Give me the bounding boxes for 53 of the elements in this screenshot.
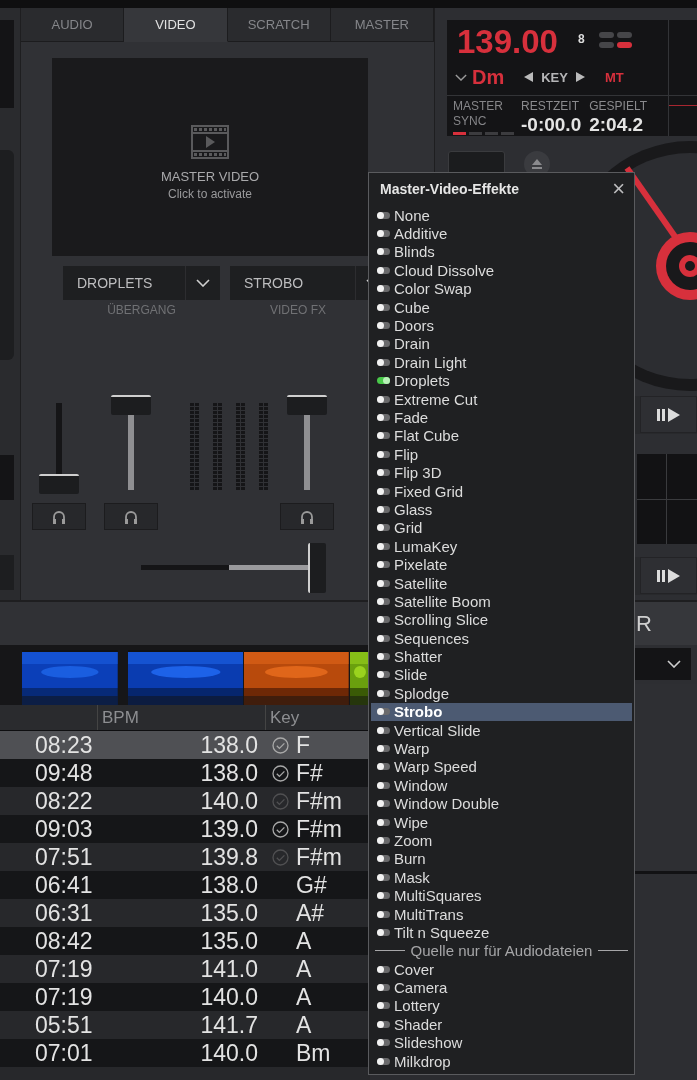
table-cell-text: 135.0 (199, 899, 259, 927)
key-label: KEY (541, 69, 568, 85)
table-cell-text: 141.7 (199, 1011, 259, 1039)
table-cell-text: 135.0 (199, 927, 259, 955)
table-cell-text: 08:22 (34, 787, 94, 815)
table-cell-text: 138.0 (199, 759, 259, 787)
table-cell-text: 08:42 (34, 927, 94, 955)
table-cell-text: 138.0 (199, 871, 259, 899)
table-cell: A (296, 927, 312, 955)
table-cell-text: 06:41 (34, 871, 94, 899)
table-cell: A (296, 983, 312, 1011)
table-cell-text: 08:23 (34, 731, 94, 759)
dropdown-label: ÜBERGANG (106, 303, 177, 317)
time-readout: -0:00.0 (521, 114, 582, 136)
time-label: RESTZEIT (521, 99, 580, 113)
table-cell: F#m (296, 815, 342, 843)
table-cell-text: 09:03 (34, 815, 94, 843)
dropdown-value: STROBO (243, 274, 305, 293)
table-cell-text: 139.8 (199, 843, 259, 871)
table-cell-text: 140.0 (199, 1039, 259, 1067)
dropdown-value: DROPLETS (76, 274, 154, 293)
time-label: GESPIELT (589, 99, 647, 113)
section-heading: R (636, 610, 652, 637)
table-cell-text: 07:19 (34, 983, 94, 1011)
table-cell: F#m (296, 787, 342, 815)
table-cell-text: 139.0 (199, 815, 259, 843)
bpm-readout: 139.00 (457, 23, 558, 61)
beat-count: 8 (577, 32, 585, 46)
table-cell-text: 07:19 (34, 955, 94, 983)
table-cell-text: 138.0 (199, 731, 259, 759)
table-cell-text: 06:31 (34, 899, 94, 927)
table-cell-text: 09:48 (34, 759, 94, 787)
table-cell: F#m (296, 843, 342, 871)
table-cell-text: 141.0 (199, 955, 259, 983)
table-cell: F (296, 731, 311, 759)
table-cell-text: 05:51 (34, 1011, 94, 1039)
table-cell-text: 07:51 (34, 843, 94, 871)
popup-title: Master-Video-Effekte (380, 180, 519, 197)
table-cell: A (296, 955, 312, 983)
table-cell: F# (296, 759, 323, 787)
table-cell-text: 140.0 (199, 983, 259, 1011)
table-cell-text: 07:01 (34, 1039, 94, 1067)
key-readout: Dm (472, 65, 505, 89)
video-title: MASTER VIDEO (160, 169, 260, 184)
section-divider-label: Quelle nur für Audiodateien (410, 942, 593, 960)
dropdown-label: VIDEO FX (270, 303, 326, 317)
table-cell: A# (296, 899, 325, 927)
table-cell: A (296, 1011, 312, 1039)
table-cell: G# (296, 871, 327, 899)
table-cell: Bm (296, 1039, 331, 1067)
time-readout: 2:04.2 (589, 114, 645, 136)
video-hint: Click to activate (168, 187, 252, 201)
table-cell-text: 140.0 (199, 787, 259, 815)
